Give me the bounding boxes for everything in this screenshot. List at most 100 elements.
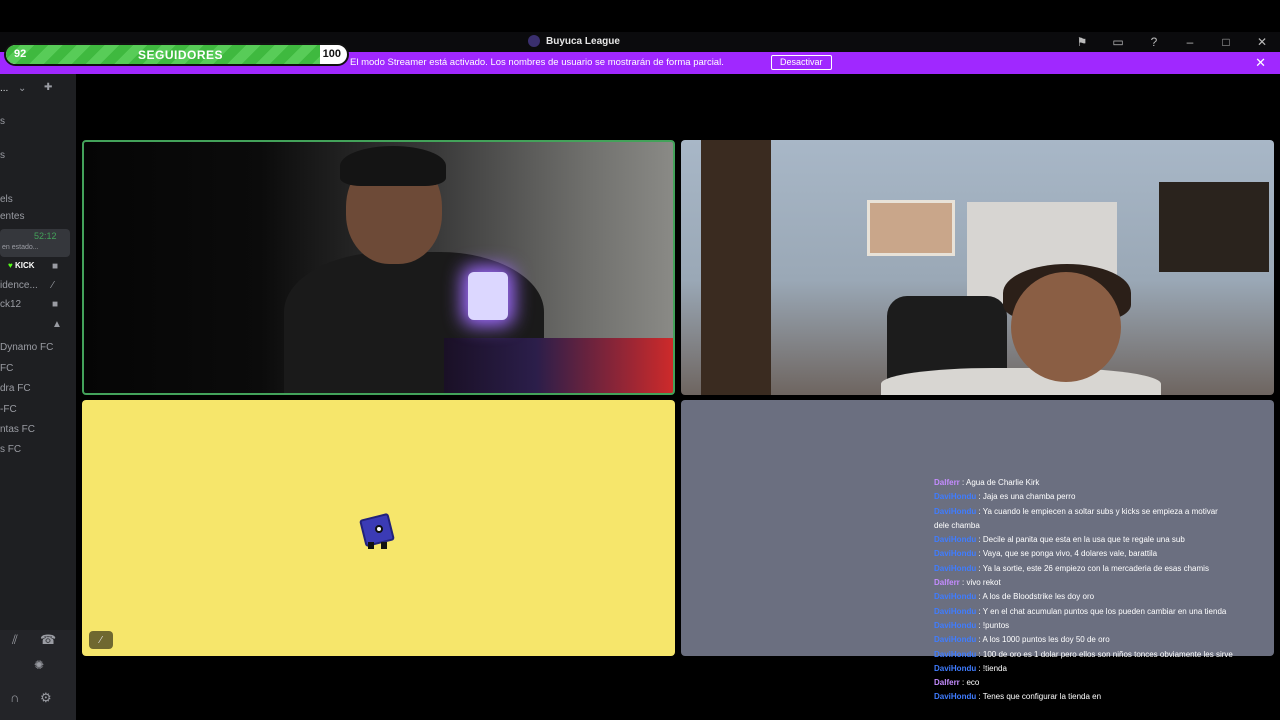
- followers-goal: 100: [322, 48, 341, 60]
- camera-icon: ■: [52, 299, 59, 310]
- chat-username[interactable]: DaviHondu: [934, 621, 976, 630]
- chat-username[interactable]: Dalferr: [934, 478, 960, 487]
- chat-message: DaviHondu : A los 1000 puntos les doy 50…: [934, 633, 1234, 647]
- kick-label: KICK: [14, 261, 35, 270]
- followers-goal-bar: 92 SEGUIDORES 100: [4, 43, 349, 66]
- chat-username[interactable]: Dalferr: [934, 578, 960, 587]
- banner-close-icon[interactable]: ✕: [1255, 55, 1266, 71]
- voice-channel[interactable]: FC: [0, 363, 13, 374]
- followers-label: SEGUIDORES: [138, 48, 224, 62]
- deactivate-button[interactable]: Desactivar: [771, 55, 832, 70]
- chat-text: : A los 1000 puntos les doy 50 de oro: [976, 635, 1110, 645]
- chat-text: : Ya cuando le empiecen a soltar subs y …: [976, 506, 1218, 516]
- voice-channel[interactable]: ntas FC: [0, 424, 35, 435]
- add-user-icon[interactable]: ✚: [44, 82, 52, 93]
- noise-suppression-icon[interactable]: ⫽: [12, 632, 18, 648]
- close-icon[interactable]: ✕: [1244, 32, 1280, 52]
- chat-message: DaviHondu : A los de Bloodstrike les doy…: [934, 590, 1234, 604]
- kick-member[interactable]: ♥ KICK: [8, 261, 35, 270]
- chat-username[interactable]: DaviHondu: [934, 692, 976, 701]
- chat-message: DaviHondu : Jaja es una chamba perro: [934, 490, 1234, 504]
- avatar-character: [354, 510, 400, 550]
- chat-message: DaviHondu : Ya la sortie, este 26 empiez…: [934, 562, 1234, 576]
- flag-icon[interactable]: ⚑: [1064, 32, 1100, 52]
- headphones-icon[interactable]: ∩: [10, 690, 19, 705]
- disconnect-icon[interactable]: ☎: [40, 632, 56, 648]
- wardrobe: [701, 140, 771, 395]
- chat-text: : Ya la sortie, este 26 empiezo con la m…: [976, 563, 1209, 573]
- activity-icon: ▲: [52, 319, 62, 330]
- avatar-tile[interactable]: ⁄: [82, 400, 675, 656]
- chat-message: DaviHondu : Y en el chat acumulan puntos…: [934, 605, 1234, 619]
- channel-sidebar: ... ⌄ ✚ s s els entes 52:12 en estado...…: [0, 74, 76, 720]
- member-name[interactable]: ck12: [0, 299, 21, 310]
- live-timer: 52:12: [34, 231, 57, 241]
- chat-username[interactable]: DaviHondu: [934, 492, 976, 501]
- camera-icon: ■: [52, 261, 59, 272]
- microphone: [468, 272, 508, 320]
- participant-face: [1011, 272, 1121, 382]
- participant-body: [881, 368, 1161, 395]
- voice-channel[interactable]: dra FC: [0, 383, 31, 394]
- chat-text: : Jaja es una chamba perro: [976, 492, 1076, 502]
- chat-username[interactable]: DaviHondu: [934, 664, 976, 673]
- chat-text-wrap: dele chamba: [934, 520, 980, 530]
- chat-text: : !puntos: [976, 620, 1010, 630]
- chat-message: DaviHondu : Tenes que configurar la tien…: [934, 690, 1234, 704]
- chat-username[interactable]: DaviHondu: [934, 650, 976, 659]
- member-name[interactable]: idence...: [0, 280, 38, 291]
- sidebar-category[interactable]: els: [0, 194, 13, 205]
- chevron-down-icon[interactable]: ⌄: [18, 83, 26, 94]
- chat-message: Dalferr : vivo rekot: [934, 576, 1234, 590]
- chat-text: : Y en el chat acumulan puntos que los p…: [976, 606, 1227, 616]
- voice-channel[interactable]: -FC: [0, 404, 17, 415]
- avatar-leg: [368, 542, 374, 549]
- avatar-leg: [381, 542, 387, 549]
- chat-username[interactable]: DaviHondu: [934, 564, 976, 573]
- screen-share-icon[interactable]: ▭: [1100, 32, 1136, 52]
- chat-username[interactable]: DaviHondu: [934, 549, 976, 558]
- window-title: Buyuca League: [528, 35, 620, 47]
- chat-text: : !tienda: [976, 663, 1007, 673]
- chat-username[interactable]: DaviHondu: [934, 607, 976, 616]
- server-header[interactable]: ...: [0, 83, 8, 94]
- chat-username[interactable]: Dalferr: [934, 678, 960, 687]
- chat-text: : Agua de Charlie Kirk: [959, 478, 1040, 487]
- chat-text: : eco: [959, 678, 980, 688]
- chat-username[interactable]: DaviHondu: [934, 535, 976, 544]
- server-name: Buyuca League: [546, 35, 620, 47]
- help-icon[interactable]: ?: [1136, 32, 1172, 52]
- participant-hair: [340, 146, 446, 186]
- chat-message: Dalferr : Agua de Charlie Kirk: [934, 476, 1234, 490]
- video-tile-speaking[interactable]: [82, 140, 675, 395]
- wall-photo: [867, 200, 955, 256]
- chat-message: DaviHondu : Vaya, que se ponga vivo, 4 d…: [934, 547, 1234, 561]
- sidebar-item[interactable]: s: [0, 116, 5, 127]
- chat-text: : Decile al panita que esta en la usa qu…: [976, 535, 1185, 545]
- server-icon: [528, 35, 540, 47]
- chat-username[interactable]: DaviHondu: [934, 507, 976, 516]
- voice-channel[interactable]: Dynamo FC: [0, 342, 53, 353]
- settings-gear-icon[interactable]: ⚙: [40, 690, 52, 706]
- sidebar-category[interactable]: s: [0, 150, 5, 161]
- titlebar-controls: ⚑ ▭ ? – □ ✕: [1064, 32, 1280, 52]
- minimize-icon[interactable]: –: [1172, 32, 1208, 52]
- soundboard-icon[interactable]: ✺: [34, 658, 44, 672]
- muted-mic-icon: ⁄: [89, 631, 113, 649]
- chat-username[interactable]: DaviHondu: [934, 635, 976, 644]
- heart-icon: ♥: [8, 261, 13, 270]
- chat-message: DaviHondu : !puntos: [934, 619, 1234, 633]
- sidebar-channel[interactable]: entes: [0, 211, 24, 222]
- chat-message: Dalferr : eco: [934, 676, 1234, 690]
- video-tile[interactable]: [681, 140, 1274, 395]
- chat-username[interactable]: DaviHondu: [934, 592, 976, 601]
- voice-channel[interactable]: s FC: [0, 444, 21, 455]
- followers-current: 92: [14, 48, 27, 60]
- mute-icon: ⁄: [52, 280, 54, 291]
- chat-message: DaviHondu : Decile al panita que esta en…: [934, 533, 1234, 547]
- stream-chat-overlay: Dalferr : Agua de Charlie Kirk DaviHondu …: [934, 476, 1234, 705]
- maximize-icon[interactable]: □: [1208, 32, 1244, 52]
- streamer-mode-message: El modo Streamer está activado. Los nomb…: [350, 57, 724, 68]
- avatar-eye: [375, 525, 383, 533]
- live-voice-channel[interactable]: 52:12 en estado...: [0, 229, 70, 257]
